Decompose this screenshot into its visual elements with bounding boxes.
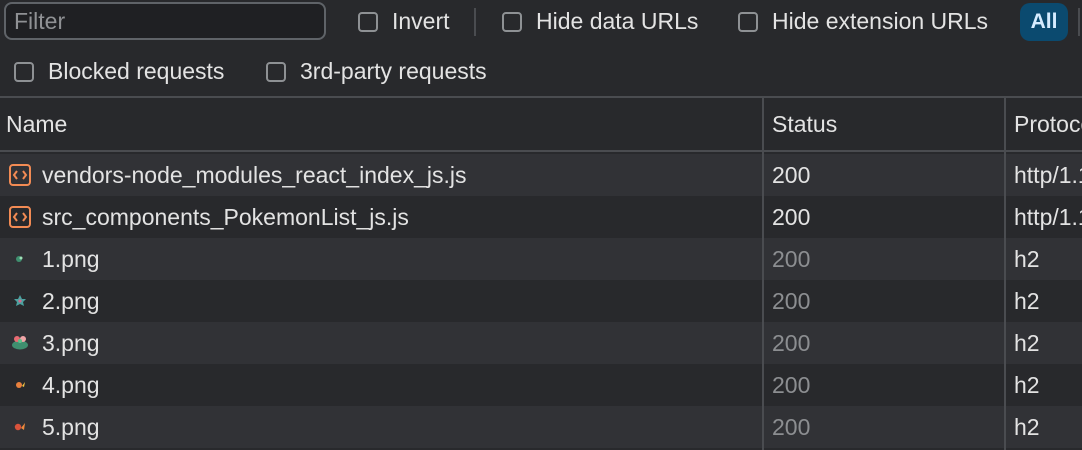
column-divider[interactable] — [1004, 98, 1006, 450]
table-row[interactable]: 4.png 200 h2 — [0, 364, 1082, 406]
request-name: 5.png — [42, 413, 100, 440]
column-header-name[interactable]: Name — [6, 98, 756, 150]
table-row[interactable]: 3.png 200 h2 — [0, 322, 1082, 364]
request-name: src_components_PokemonList_js.js — [42, 203, 409, 230]
hide-extension-urls-checkbox[interactable]: Hide extension URLs — [738, 8, 988, 35]
pokemon-thumb-icon — [8, 289, 32, 313]
protocol-cell: h2 — [1014, 413, 1040, 440]
protocol-cell: h2 — [1014, 245, 1040, 272]
protocol-cell: h2 — [1014, 329, 1040, 356]
script-icon — [8, 205, 32, 229]
column-header-protocol[interactable]: Protocol — [1014, 98, 1082, 150]
blocked-requests-checkbox[interactable]: Blocked requests — [14, 58, 224, 85]
network-request-table: Name Status Protocol vendors-node_module… — [0, 96, 1082, 450]
protocol-cell: http/1.1 — [1014, 161, 1082, 188]
column-header-status[interactable]: Status — [772, 98, 1002, 150]
protocol-cell: h2 — [1014, 287, 1040, 314]
name-cell: 5.png — [8, 406, 758, 448]
blocked-requests-label: Blocked requests — [48, 58, 225, 84]
status-cell: 200 — [772, 371, 811, 398]
name-cell: vendors-node_modules_react_index_js.js — [8, 154, 758, 196]
pokemon-thumb-icon — [8, 247, 32, 271]
name-cell: src_components_PokemonList_js.js — [8, 196, 758, 238]
table-header: Name Status Protocol — [0, 98, 1082, 152]
filter-options-row: Blocked requests 3rd-party requests — [0, 48, 1082, 96]
request-name: 3.png — [42, 329, 100, 356]
request-name: 2.png — [42, 287, 100, 314]
filter-toolbar: Invert Hide data URLs Hide extension URL… — [0, 0, 1082, 46]
status-cell: 200 — [772, 245, 811, 272]
protocol-cell: http/1.1 — [1014, 203, 1082, 230]
table-row[interactable]: 5.png 200 h2 — [0, 406, 1082, 448]
checkbox-box[interactable] — [266, 61, 286, 82]
third-party-requests-checkbox[interactable]: 3rd-party requests — [266, 58, 487, 85]
hide-extension-urls-label: Hide extension URLs — [772, 8, 989, 34]
protocol-cell: h2 — [1014, 371, 1040, 398]
checkbox-box[interactable] — [738, 11, 758, 32]
checkbox-box[interactable] — [358, 11, 378, 32]
name-cell: 1.png — [8, 238, 758, 280]
status-cell: 200 — [772, 329, 811, 356]
filter-input[interactable] — [4, 2, 326, 40]
checkbox-box[interactable] — [14, 61, 34, 82]
third-party-requests-label: 3rd-party requests — [300, 58, 487, 84]
pokemon-thumb-icon — [8, 415, 32, 439]
column-divider[interactable] — [762, 98, 764, 450]
table-row[interactable]: vendors-node_modules_react_index_js.js 2… — [0, 154, 1082, 196]
invert-label: Invert — [392, 8, 450, 34]
status-cell: 200 — [772, 161, 811, 188]
name-cell: 4.png — [8, 364, 758, 406]
pokemon-thumb-icon — [8, 331, 32, 355]
name-cell: 3.png — [8, 322, 758, 364]
pokemon-thumb-icon — [8, 373, 32, 397]
request-name: 1.png — [42, 245, 100, 272]
invert-checkbox[interactable]: Invert — [358, 8, 450, 35]
script-icon — [8, 163, 32, 187]
toolbar-divider — [1078, 8, 1080, 36]
status-cell: 200 — [772, 413, 811, 440]
table-row[interactable]: src_components_PokemonList_js.js 200 htt… — [0, 196, 1082, 238]
name-cell: 2.png — [8, 280, 758, 322]
checkbox-box[interactable] — [502, 11, 522, 32]
request-name: 4.png — [42, 371, 100, 398]
hide-data-urls-label: Hide data URLs — [536, 8, 699, 34]
hide-data-urls-checkbox[interactable]: Hide data URLs — [502, 8, 698, 35]
table-row[interactable]: 1.png 200 h2 — [0, 238, 1082, 280]
status-cell: 200 — [772, 287, 811, 314]
request-name: vendors-node_modules_react_index_js.js — [42, 161, 467, 188]
filter-all-button[interactable]: All — [1020, 3, 1068, 41]
table-row[interactable]: 2.png 200 h2 — [0, 280, 1082, 322]
toolbar-divider — [474, 8, 476, 36]
status-cell: 200 — [772, 203, 811, 230]
